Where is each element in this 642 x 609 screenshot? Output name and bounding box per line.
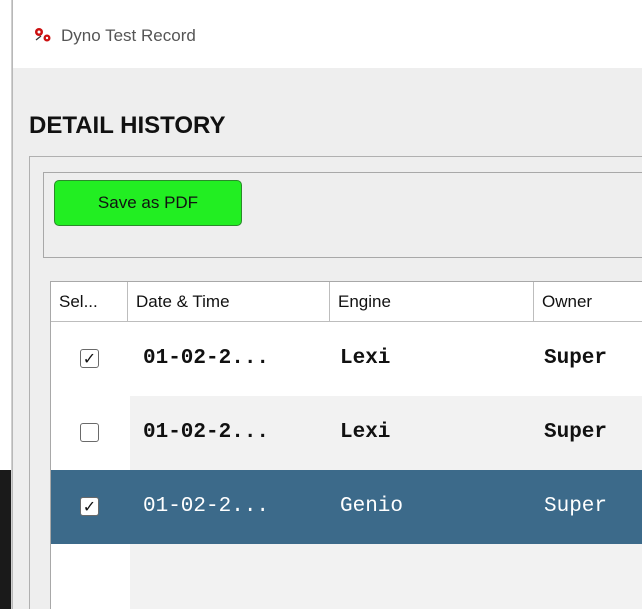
background-window-dark-area <box>0 470 11 609</box>
column-header-owner[interactable]: Owner <box>534 282 642 321</box>
owner-cell: Super <box>544 347 608 370</box>
select-cell: ✓ <box>51 470 130 544</box>
date-time-cell: 01-02-2... <box>143 347 270 370</box>
save-as-pdf-button[interactable]: Save as PDF <box>54 180 242 226</box>
column-header-engine[interactable]: Engine <box>330 282 534 321</box>
engine-cell: Lexi <box>340 347 391 370</box>
date-time-cell: 01-02-2... <box>143 421 270 444</box>
owner-cell: Super <box>544 421 608 444</box>
engine-cell: Genio <box>340 495 404 518</box>
row-checkbox[interactable] <box>80 423 99 442</box>
row-checkbox[interactable]: ✓ <box>80 349 99 368</box>
window-title: Dyno Test Record <box>61 26 196 45</box>
table-row[interactable]: ✓ 01-02-2... Lexi Super <box>51 322 642 396</box>
content-panel: Save as PDF Sel... Date & Time Engine Ow… <box>29 156 642 609</box>
app-icon <box>35 28 51 42</box>
date-time-cell: 01-02-2... <box>143 495 270 518</box>
table-header: Sel... Date & Time Engine Owner <box>51 282 642 322</box>
engine-cell: Lexi <box>340 421 391 444</box>
empty-table-row <box>51 544 642 609</box>
row-checkbox[interactable]: ✓ <box>80 497 99 516</box>
toolbar: Save as PDF <box>43 172 642 258</box>
select-cell <box>51 396 130 470</box>
history-table: Sel... Date & Time Engine Owner ✓ 01-02-… <box>50 281 642 609</box>
background-window-edge <box>0 0 12 609</box>
column-header-select[interactable]: Sel... <box>51 282 128 321</box>
owner-cell: Super <box>544 495 608 518</box>
select-cell <box>51 544 130 609</box>
page-title: DETAIL HISTORY <box>29 112 226 139</box>
title-bar[interactable]: Dyno Test Record <box>13 0 642 68</box>
table-row[interactable]: 01-02-2... Lexi Super <box>51 396 642 470</box>
dyno-test-record-window: Dyno Test Record DETAIL HISTORY Save as … <box>12 0 642 609</box>
table-row-selected[interactable]: ✓ 01-02-2... Genio Super <box>51 470 642 544</box>
column-header-date-time[interactable]: Date & Time <box>128 282 330 321</box>
select-cell: ✓ <box>51 322 130 396</box>
